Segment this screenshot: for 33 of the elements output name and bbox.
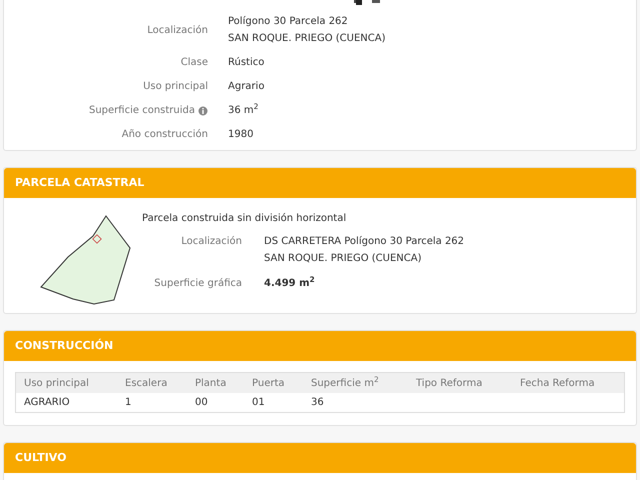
parcel-subtitle: Parcela construida sin división horizontal xyxy=(142,212,348,226)
table-cell-text: 1 xyxy=(125,396,132,410)
section-title: PARCELA CATASTRAL xyxy=(15,174,144,191)
section-title: CONSTRUCCIÓN xyxy=(15,338,114,354)
field-value: Rústico xyxy=(228,56,264,70)
field-label: Localización xyxy=(147,24,208,38)
field-value: 36 m$^{2}$ xyxy=(228,103,258,118)
info-icon xyxy=(198,106,208,116)
field-value: Agrario xyxy=(228,80,264,94)
table-cell-text: 01 xyxy=(252,396,266,410)
field-value: DS CARRETERA Polígono 30 Parcela 262 xyxy=(264,235,464,249)
table-cell-text: AGRARIO xyxy=(24,396,71,410)
field-label: Superficie gráfica xyxy=(153,277,242,291)
field-label: Superficie construida xyxy=(89,104,195,118)
column-header: Escalera xyxy=(125,376,168,390)
section-title: CULTIVO xyxy=(15,450,66,466)
column-header: Superficie m$^{2}$ xyxy=(311,376,380,390)
column-header: Puerta xyxy=(252,376,286,390)
column-header: Tipo Reforma xyxy=(416,376,484,390)
column-header: Uso principal xyxy=(24,376,90,390)
field-value: Polígono 30 Parcela 262 xyxy=(228,15,349,29)
field-label: Clase xyxy=(180,56,208,70)
column-header: Fecha Reforma xyxy=(520,376,596,390)
field-label: Uso principal xyxy=(143,80,208,94)
table-cell-text: 00 xyxy=(195,396,209,410)
column-header: Planta xyxy=(195,376,228,390)
table-cell-text: 36 xyxy=(311,396,325,410)
field-value: SAN ROQUE. PRIEGO (CUENCA) xyxy=(264,252,422,266)
field-label: Año construcción xyxy=(122,128,208,142)
field-label: Localización xyxy=(180,235,242,249)
field-value: 1980 xyxy=(228,128,254,142)
field-value: SAN ROQUE. PRIEGO (CUENCA) xyxy=(228,32,386,46)
field-value: 4.499 m$^{2}$ xyxy=(264,276,315,291)
